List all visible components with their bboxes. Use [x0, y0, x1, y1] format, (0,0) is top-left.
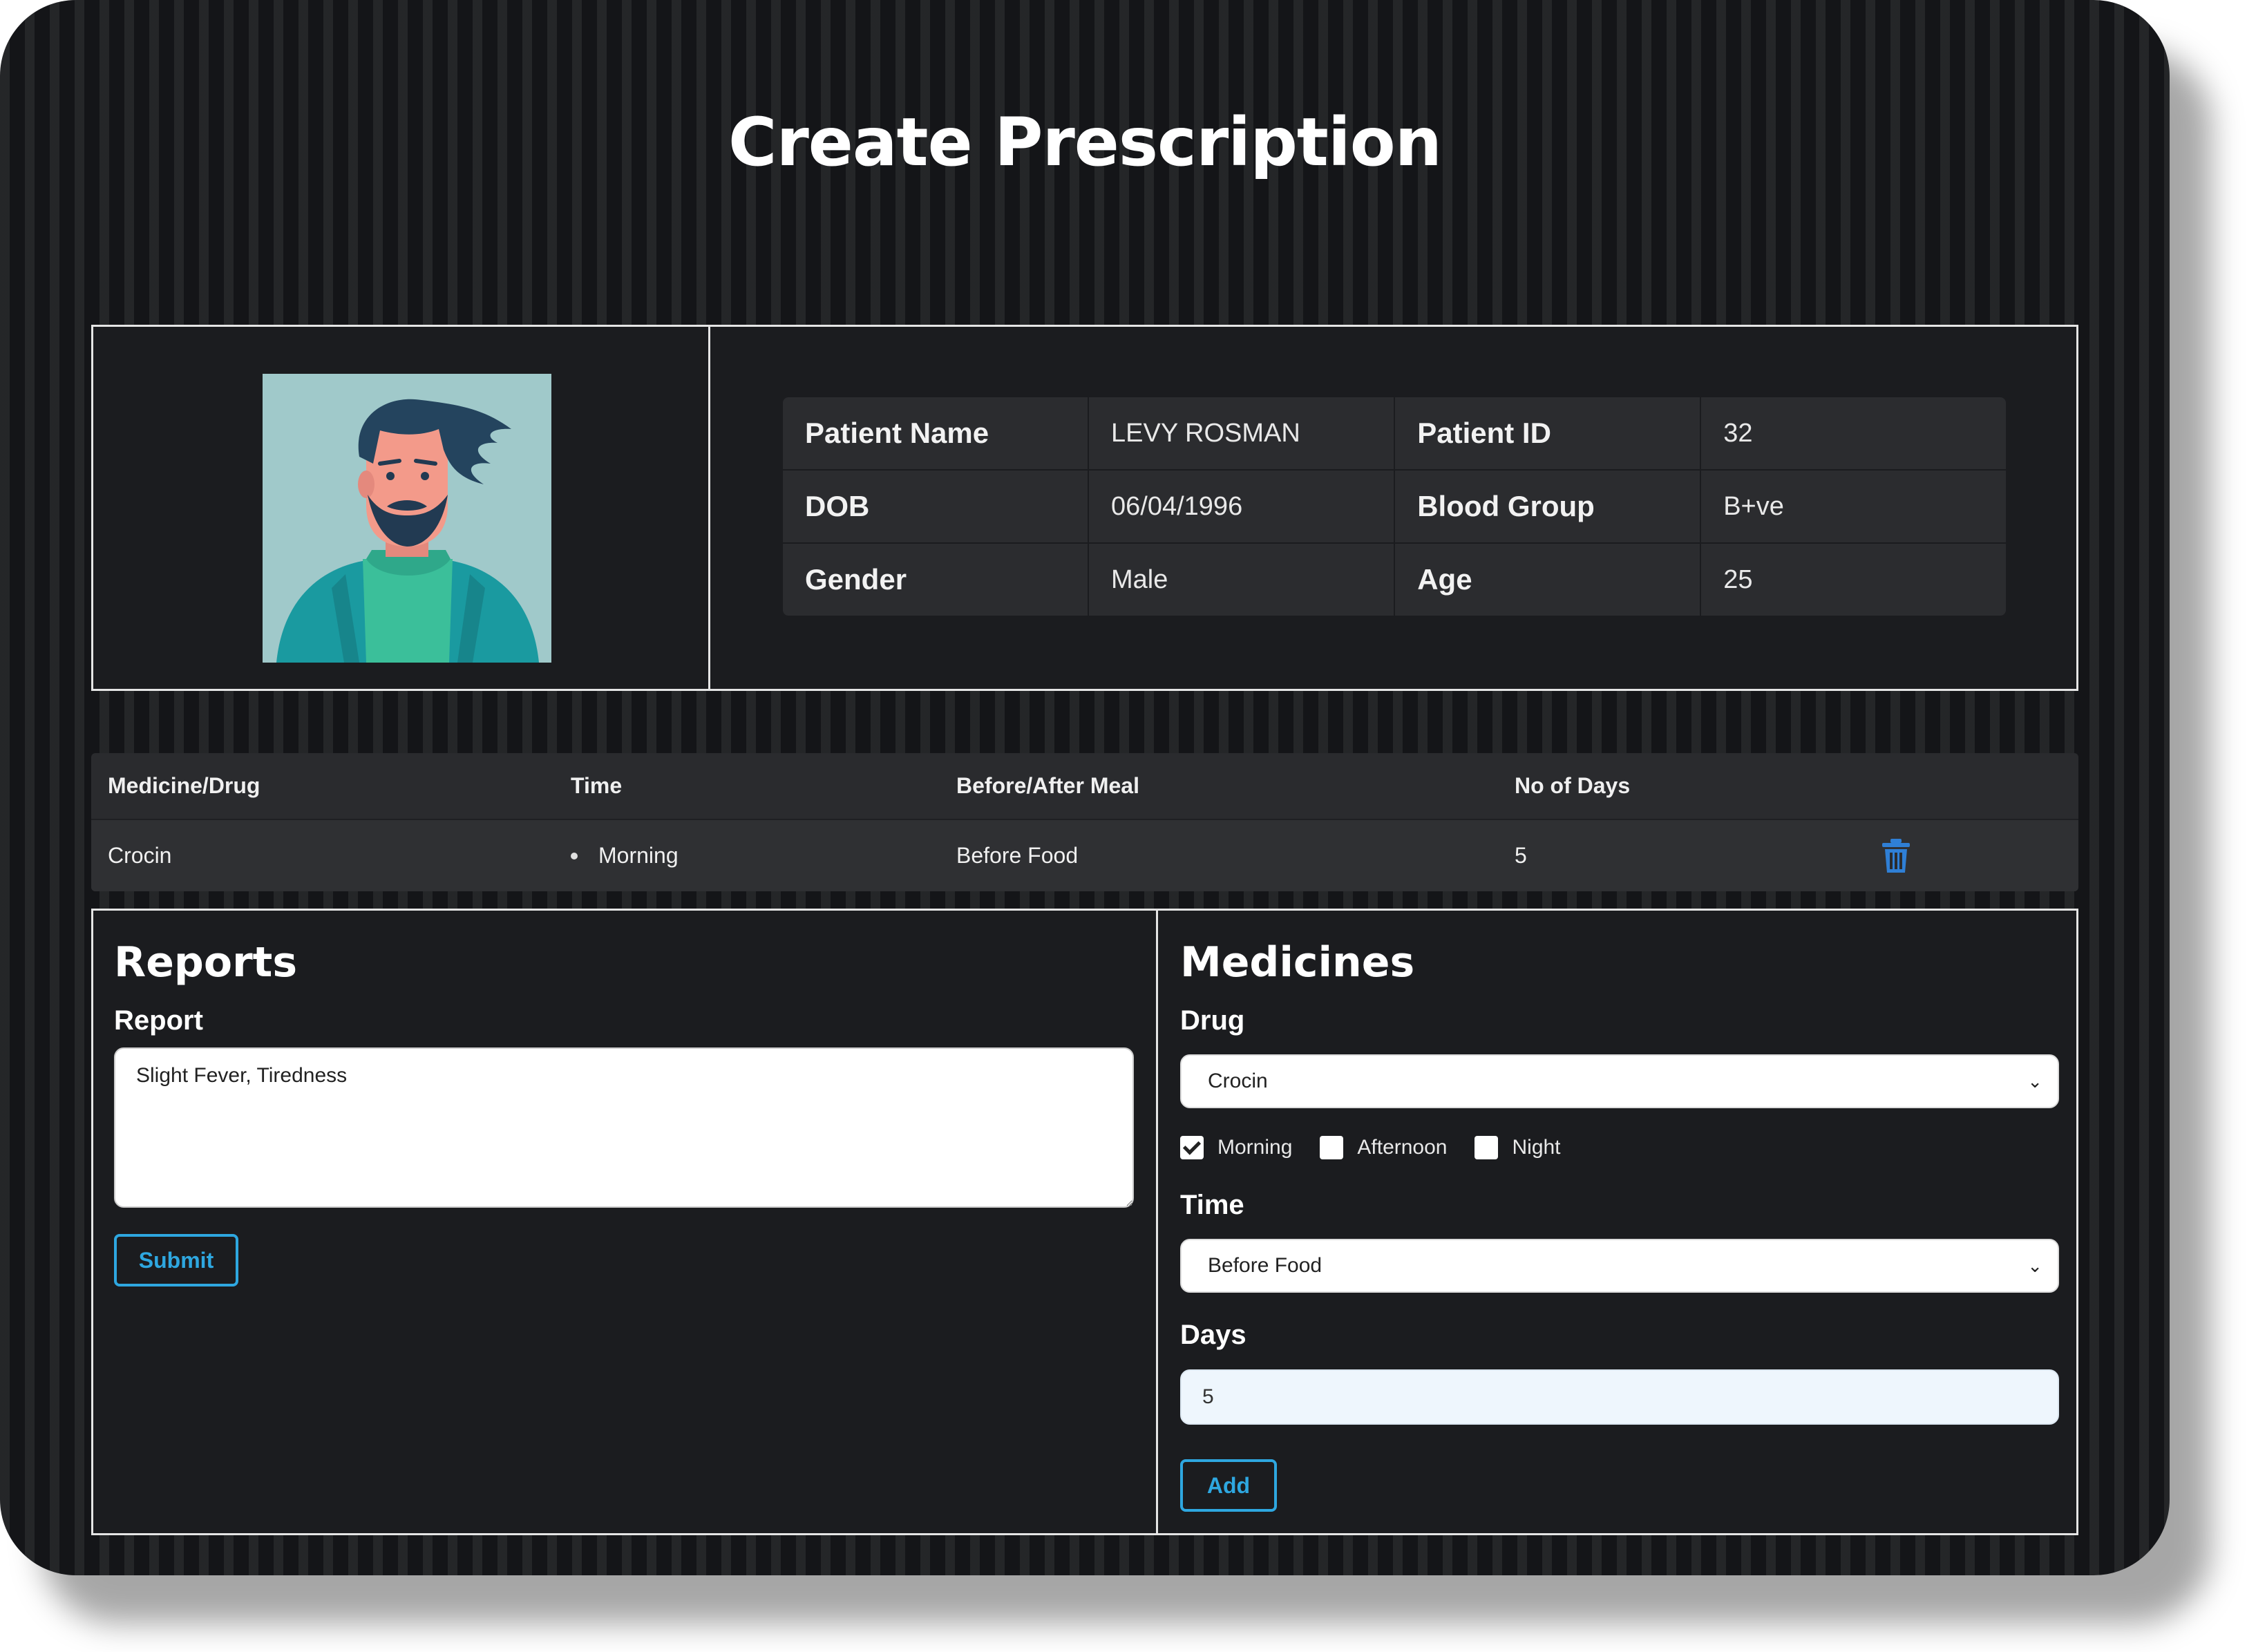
submit-button[interactable]: Submit	[114, 1234, 238, 1287]
blood-group-value: B+ve	[1700, 470, 2006, 544]
medicines-title: Medicines	[1180, 938, 1415, 987]
cell-meal: Before Food	[956, 843, 1079, 868]
blood-group-label: Blood Group	[1394, 470, 1702, 544]
trash-icon[interactable]	[1881, 838, 1911, 874]
cell-days: 5	[1515, 843, 1527, 868]
report-label: Report	[114, 1005, 203, 1036]
age-value: 25	[1723, 564, 1753, 594]
app-frame: Create Prescription Patient Name LEVY RO…	[0, 0, 2170, 1575]
night-checkbox[interactable]	[1475, 1136, 1499, 1159]
header-medicine-drug: Medicine/Drug	[108, 773, 260, 798]
patient-info-table: Patient Name LEVY ROSMAN Patient ID 32 D…	[783, 397, 2006, 616]
time-list-item: Morning	[571, 843, 956, 868]
patient-photo-cell	[93, 327, 710, 689]
age-label: Age	[1394, 543, 1702, 616]
dob-label: DOB	[783, 470, 1090, 544]
meal-time-select[interactable]: Before Food ⌄	[1180, 1239, 2059, 1293]
cell-time: Morning	[571, 843, 956, 868]
report-textarea[interactable]: Slight Fever, Tiredness	[114, 1047, 1134, 1208]
medicines-section: Medicines Drug Crocin ⌄ Morning Afternoo…	[1158, 911, 2076, 1533]
drug-select-value: Crocin	[1208, 1070, 1268, 1092]
days-input[interactable]: 5	[1180, 1369, 2059, 1425]
page-title: Create Prescription	[728, 104, 1442, 181]
patient-name-label: Patient Name	[783, 397, 1090, 471]
header-time: Time	[571, 773, 623, 798]
chevron-down-icon: ⌄	[2027, 1255, 2042, 1276]
afternoon-checkbox[interactable]	[1320, 1136, 1344, 1159]
days-label: Days	[1180, 1320, 1246, 1350]
drug-label: Drug	[1180, 1005, 1245, 1036]
medicine-table-header: Medicine/Drug Time Before/After Meal No …	[91, 753, 2078, 820]
patient-info-row: Gender Male Age 25	[783, 543, 2006, 616]
reports-title: Reports	[114, 938, 298, 987]
avatar-illustration	[263, 374, 551, 663]
meal-time-select-value: Before Food	[1208, 1254, 1322, 1277]
gender-value: Male	[1088, 543, 1396, 616]
gender-label: Gender	[783, 543, 1090, 616]
table-row: Crocin Morning Before Food 5	[91, 820, 2078, 891]
time-label: Time	[1180, 1190, 1244, 1220]
time-list-item-label: Morning	[598, 843, 679, 868]
cell-actions	[1882, 838, 2078, 874]
drug-select[interactable]: Crocin ⌄	[1180, 1054, 2059, 1108]
time-of-day-checkboxes: Morning Afternoon Night	[1180, 1136, 1589, 1159]
patient-name-value: LEVY ROSMAN	[1088, 397, 1396, 471]
patient-info-row: DOB 06/04/1996 Blood Group B+ve	[783, 470, 2006, 544]
reports-section: Reports Report Slight Fever, Tiredness S…	[93, 911, 1158, 1533]
patient-info-cell: Patient Name LEVY ROSMAN Patient ID 32 D…	[710, 327, 2076, 689]
dob-value: 06/04/1996	[1088, 470, 1396, 544]
patient-avatar	[263, 374, 551, 663]
add-button[interactable]: Add	[1180, 1459, 1277, 1512]
chevron-down-icon: ⌄	[2027, 1071, 2042, 1092]
afternoon-checkbox-label: Afternoon	[1357, 1136, 1448, 1159]
patient-card: Patient Name LEVY ROSMAN Patient ID 32 D…	[91, 325, 2078, 691]
cell-drug: Crocin	[108, 843, 172, 868]
patient-id-label: Patient ID	[1394, 397, 1702, 471]
patient-id-value: 32	[1700, 397, 2006, 471]
patient-info-row: Patient Name LEVY ROSMAN Patient ID 32	[783, 397, 2006, 471]
medicine-table: Medicine/Drug Time Before/After Meal No …	[91, 753, 2078, 891]
header-no-of-days: No of Days	[1515, 773, 1631, 798]
prescription-form-panel: Reports Report Slight Fever, Tiredness S…	[91, 909, 2078, 1535]
header-before-after-meal: Before/After Meal	[956, 773, 1139, 798]
night-checkbox-label: Night	[1512, 1136, 1561, 1159]
morning-checkbox[interactable]	[1180, 1136, 1204, 1159]
morning-checkbox-label: Morning	[1217, 1136, 1293, 1159]
bullet-icon	[571, 852, 578, 860]
